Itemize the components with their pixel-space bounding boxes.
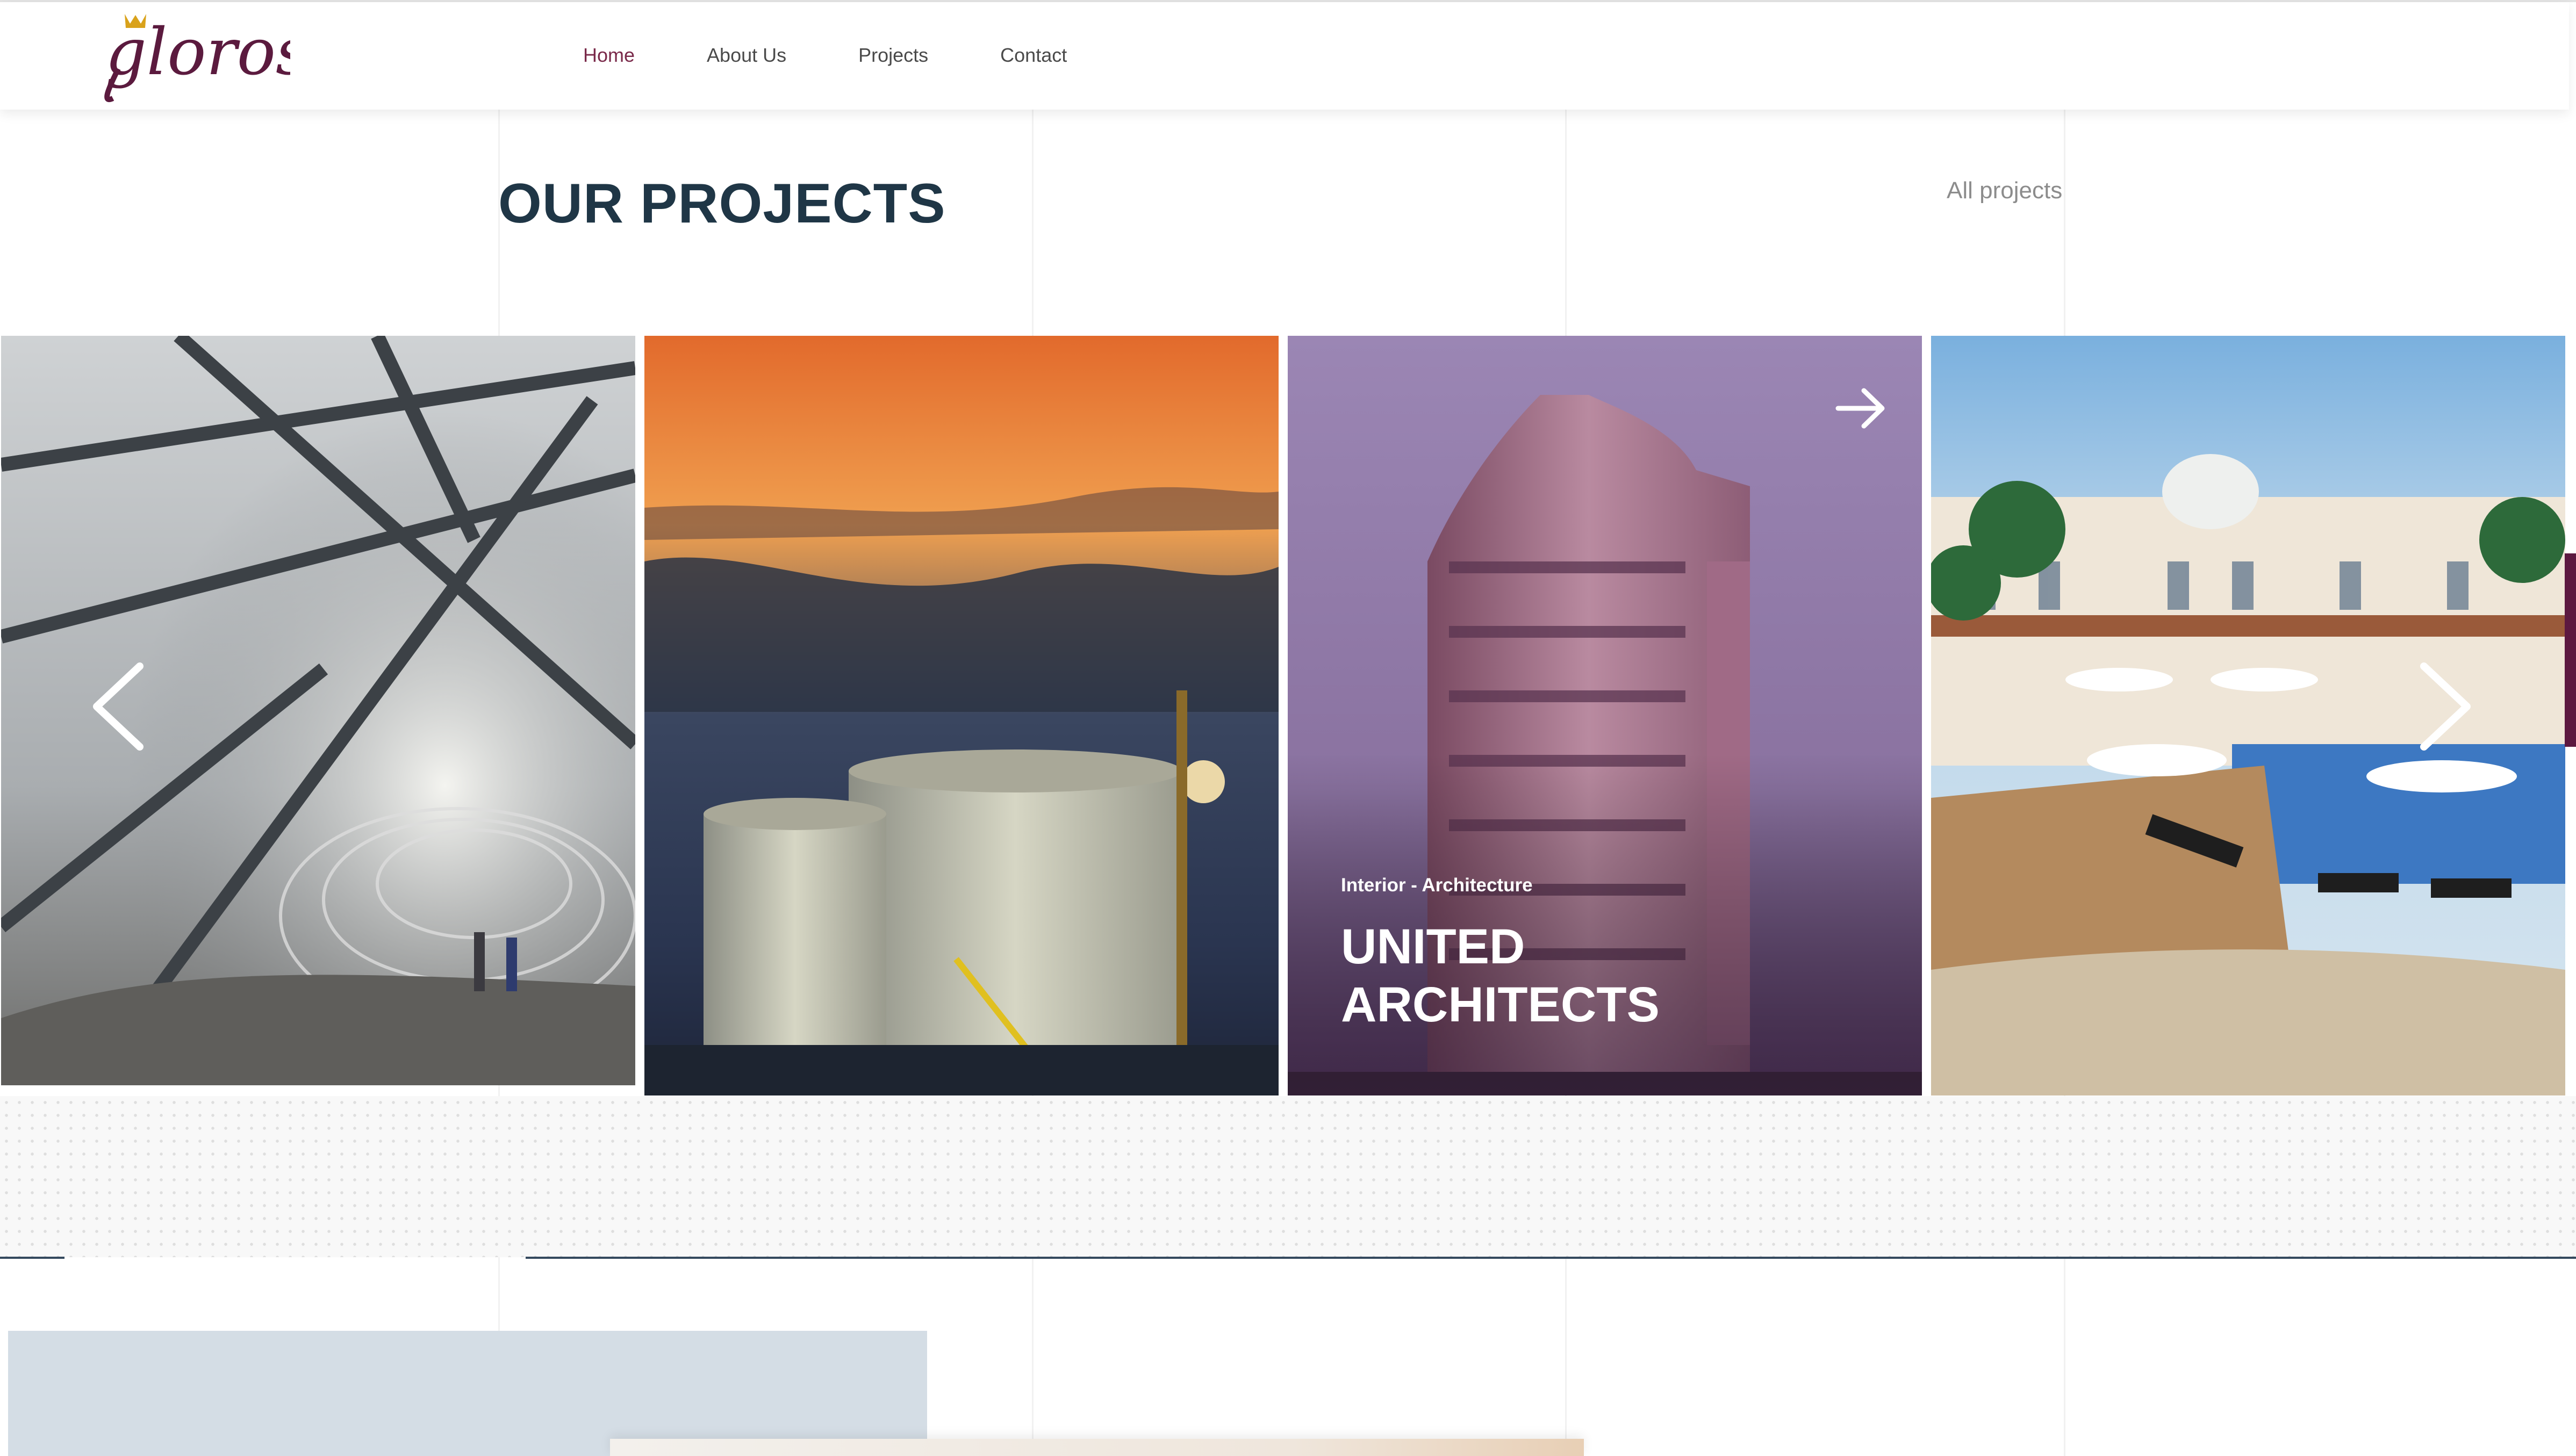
project-category: Interior - Architecture [1341,875,1533,896]
nav-about-us[interactable]: About Us [707,44,786,67]
section-background-block [8,1331,927,1456]
section-title: OUR PROJECTS [498,172,946,235]
project-image-storage-tanks [644,336,1279,1095]
chevron-right-icon[interactable] [2413,661,2478,752]
divider-line [526,1257,2576,1259]
site-header: gloros Home About Us Projects Contact [0,2,2569,110]
chevron-left-icon[interactable] [86,661,150,752]
nav-projects[interactable]: Projects [858,44,928,67]
divider-line-left [0,1257,64,1259]
section-card-top [610,1439,1584,1456]
project-title[interactable]: UNITED ARCHITECTS [1341,918,1868,1034]
arrow-right-icon[interactable] [1832,379,1891,438]
nav-contact[interactable]: Contact [1000,44,1067,67]
project-card-2[interactable] [644,336,1279,1095]
brand-logo[interactable]: gloros [102,10,290,106]
logo-text: gloros [105,15,290,90]
side-accent-bar [2565,553,2576,747]
dotted-pattern-band [0,1096,2576,1257]
main-nav: Home About Us Projects Contact [583,44,1139,67]
all-projects-link[interactable]: All projects [1947,177,2062,204]
nav-home[interactable]: Home [583,44,635,67]
